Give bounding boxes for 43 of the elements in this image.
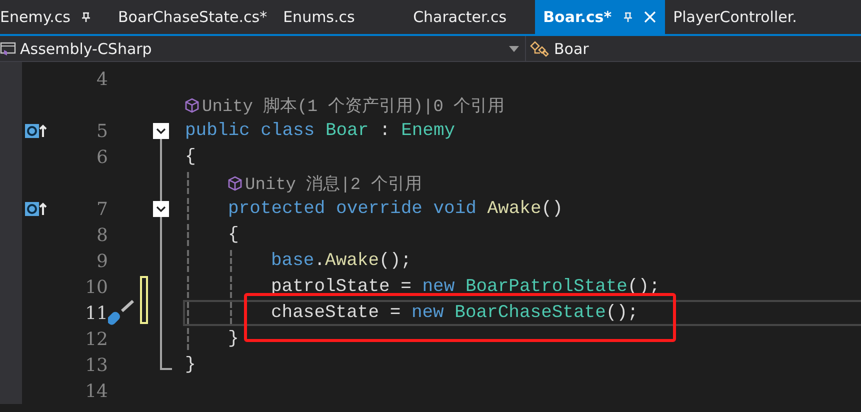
line-number: 14 xyxy=(85,380,108,402)
file-tab[interactable]: Enums.cs xyxy=(275,0,406,34)
pin-icon[interactable] xyxy=(80,11,92,23)
screwdriver-icon[interactable] xyxy=(108,300,136,326)
file-tab[interactable]: Boar.cs* xyxy=(535,0,666,34)
code-line: public class Boar : Enemy xyxy=(185,121,456,141)
class-icon xyxy=(530,40,550,56)
code-line: protected override void Awake() xyxy=(228,199,563,219)
collapse-toggle[interactable] xyxy=(153,123,169,139)
file-tab[interactable]: Enemy.cs xyxy=(0,0,110,34)
line-number: 13 xyxy=(85,354,108,376)
override-icon[interactable] xyxy=(25,202,47,216)
line-number: 11 xyxy=(85,302,108,324)
caret-icon[interactable] xyxy=(509,46,519,52)
file-tab[interactable]: BoarChaseState.cs* xyxy=(110,0,276,34)
project-dropdown[interactable]: Assembly-CSharp xyxy=(0,36,526,61)
code-lens[interactable]: Unity 消息|2 个引用 xyxy=(245,172,422,194)
line-number: 10 xyxy=(85,276,108,298)
assembly-icon xyxy=(0,40,16,56)
cube-icon xyxy=(228,176,242,190)
code-line: { xyxy=(228,225,239,245)
cube-icon xyxy=(185,98,199,112)
override-icon[interactable] xyxy=(25,124,47,138)
close-icon[interactable] xyxy=(644,11,656,23)
code-line: } xyxy=(185,355,196,375)
line-number: 6 xyxy=(96,146,108,168)
line-number: 9 xyxy=(96,250,108,272)
line-number: 4 xyxy=(96,68,108,90)
file-tab[interactable]: PlayerController. xyxy=(665,0,805,34)
member-dropdown[interactable]: Boar xyxy=(526,36,861,61)
code-lens[interactable]: Unity 脚本(1 个资产引用)|0 个引用 xyxy=(202,94,505,116)
file-tab[interactable]: Character.cs xyxy=(405,0,536,34)
line-number: 7 xyxy=(96,198,108,220)
code-line: base.Awake(); xyxy=(271,251,412,271)
line-number: 5 xyxy=(96,120,108,142)
line-number: 8 xyxy=(96,224,108,246)
code-line: } xyxy=(228,329,239,349)
collapse-toggle[interactable] xyxy=(153,201,169,217)
chevron-icon[interactable] xyxy=(156,126,166,136)
code-line: chaseState = new BoarChaseState(); xyxy=(271,303,638,323)
line-number: 12 xyxy=(85,328,108,350)
code-line: { xyxy=(185,147,196,167)
chevron-icon[interactable] xyxy=(156,204,166,214)
